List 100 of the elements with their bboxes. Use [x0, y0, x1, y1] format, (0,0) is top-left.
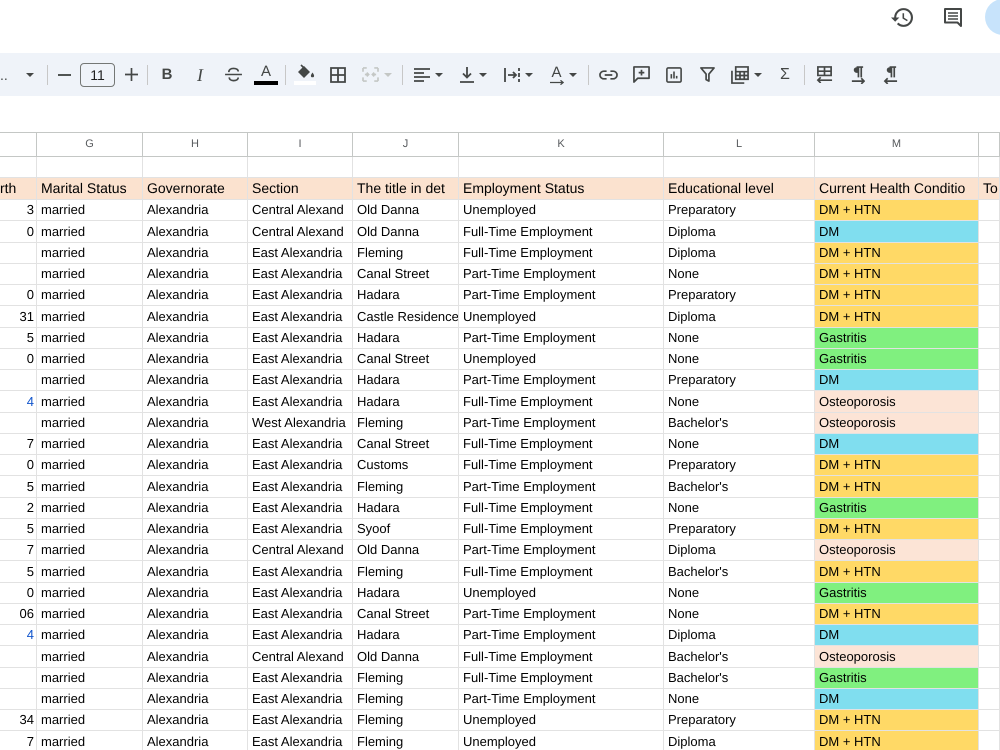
empty-cell [979, 582, 1000, 604]
table-cell: married [37, 688, 143, 710]
table-cell: married [37, 455, 143, 476]
table-cell: DM + HTN [815, 242, 979, 264]
empty-cell [979, 710, 1000, 732]
table-cell: 2 [0, 498, 37, 519]
table-cell: DM + HTN [815, 604, 979, 625]
header-cell: Section [248, 178, 353, 200]
column-header[interactable]: I [248, 133, 353, 157]
empty-cell [979, 498, 1000, 519]
empty-cell [979, 561, 1000, 582]
table-cell: Unemployed [459, 731, 664, 750]
empty-cell [979, 264, 1000, 285]
table-cell: East Alexandria [248, 434, 353, 455]
empty-cell [0, 668, 37, 689]
empty-cell [0, 688, 37, 710]
header-cell: The title in det [353, 178, 459, 200]
text-wrap-icon [504, 68, 520, 82]
empty-cell [979, 221, 1000, 242]
table-cell: Part-Time Employment [459, 604, 664, 625]
empty-cell [979, 625, 1000, 646]
empty-cell [0, 242, 37, 264]
table-cell: 7 [0, 540, 37, 562]
table-cell: Castle Residence [353, 306, 459, 328]
table-cell: married [37, 625, 143, 646]
table-cell: DM + HTN [815, 285, 979, 306]
empty-cell [979, 518, 1000, 540]
table-cell: married [37, 391, 143, 412]
table-cell: Canal Street [353, 434, 459, 455]
empty-cell [0, 646, 37, 668]
table-cell: Alexandria [143, 540, 248, 562]
column-header[interactable]: G [37, 133, 143, 157]
table-cell: East Alexandria [248, 498, 353, 519]
table-cell: Part-Time Employment [459, 328, 664, 349]
table-cell: married [37, 561, 143, 582]
empty-cell [979, 200, 1000, 222]
table-cell: DM + HTN [815, 561, 979, 582]
empty-cell [979, 646, 1000, 668]
empty-cell [979, 412, 1000, 434]
table-cell: DM [815, 625, 979, 646]
table-cell: Canal Street [353, 348, 459, 370]
table-cell: Alexandria [143, 306, 248, 328]
table-cell: Alexandria [143, 348, 248, 370]
table-cell: married [37, 540, 143, 562]
table-cell: Part-Time Employment [459, 476, 664, 498]
table-cell: Unemployed [459, 582, 664, 604]
table-cell: 34 [0, 710, 37, 732]
table-cell: Central Alexand [248, 540, 353, 562]
table-cell: married [37, 498, 143, 519]
table-cell: 4 [0, 391, 37, 412]
table-cell: East Alexandria [248, 731, 353, 750]
paint-bucket-icon [296, 64, 314, 79]
table-cell: Fleming [353, 412, 459, 434]
table-cell: Alexandria [143, 582, 248, 604]
table-cell: married [37, 434, 143, 455]
column-header[interactable]: J [353, 133, 459, 157]
table-cell: Central Alexand [248, 221, 353, 242]
table-cell: East Alexandria [248, 688, 353, 710]
table-cell: Unemployed [459, 710, 664, 732]
table-cell: Osteoporosis [815, 540, 979, 562]
table-cell: Syoof [353, 518, 459, 540]
caret-icon [26, 72, 34, 76]
table-cell: Unemployed [459, 306, 664, 328]
table-cell: East Alexandria [248, 306, 353, 328]
text-color-button[interactable]: A [252, 60, 280, 88]
table-cell: Full-Time Employment [459, 518, 664, 540]
empty-cell [979, 688, 1000, 710]
table-cell: Canal Street [353, 604, 459, 625]
functions-button[interactable]: Σ [771, 60, 799, 88]
table-cell: 5 [0, 476, 37, 498]
table-cell: Old Danna [353, 221, 459, 242]
table-cell: Full-Time Employment [459, 391, 664, 412]
column-header[interactable]: K [459, 133, 664, 157]
font-menu[interactable]: .. [0, 60, 42, 88]
table-cell: 0 [0, 348, 37, 370]
table-cell: Fleming [353, 688, 459, 710]
caret-icon [434, 72, 442, 76]
table-cell: 31 [0, 306, 37, 328]
table-cell: Full-Time Employment [459, 498, 664, 519]
table-cell: Part-Time Employment [459, 625, 664, 646]
table-cell: Alexandria [143, 391, 248, 412]
empty-cell [0, 370, 37, 392]
bold-button[interactable]: B [153, 60, 181, 88]
column-header[interactable]: L [664, 133, 815, 157]
table-cell: Full-Time Employment [459, 668, 664, 689]
column-header[interactable]: M [815, 133, 979, 157]
empty-cell [979, 434, 1000, 455]
table-cell: married [37, 328, 143, 349]
empty-cell [979, 540, 1000, 562]
italic-button[interactable]: I [186, 60, 214, 88]
table-cell: Full-Time Employment [459, 646, 664, 668]
table-cell: Part-Time Employment [459, 540, 664, 562]
empty-cell [979, 668, 1000, 689]
table-cell: DM + HTN [815, 264, 979, 285]
table-cell: Alexandria [143, 370, 248, 392]
text-rotation-button[interactable]: A [543, 60, 583, 88]
column-header[interactable]: H [143, 133, 248, 157]
empty-cell [0, 264, 37, 285]
table-cell: 5 [0, 518, 37, 540]
font-size-field[interactable]: 11 [80, 62, 115, 86]
